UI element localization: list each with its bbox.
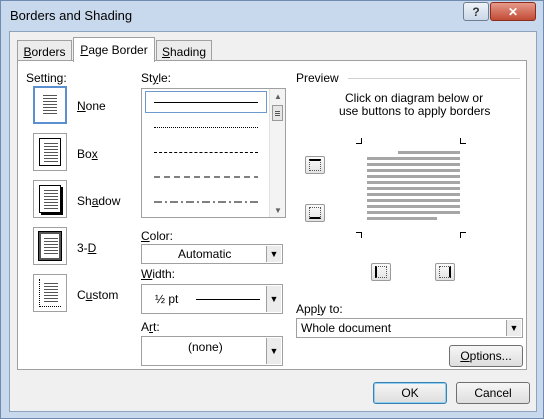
left-border-icon xyxy=(375,266,387,278)
right-border-icon xyxy=(439,266,451,278)
style-option-dashed-small[interactable] xyxy=(145,141,267,163)
width-dropdown[interactable]: ½ pt ▼ xyxy=(141,284,283,314)
art-value: (none) xyxy=(188,340,223,354)
tab-page-border[interactable]: Page Border xyxy=(73,37,155,62)
chevron-down-icon[interactable]: ▼ xyxy=(266,338,281,364)
dashed-large-line-swatch xyxy=(154,176,258,178)
cancel-button[interactable]: Cancel xyxy=(456,382,530,404)
art-label: Art: xyxy=(141,320,160,334)
style-label: Style: xyxy=(141,71,172,85)
setting-shadow-option[interactable] xyxy=(33,180,67,218)
tab-shading[interactable]: Shading xyxy=(156,40,212,62)
page-shadow-icon xyxy=(39,185,61,213)
dialog-body: Borders Page Border Shading Setting: Non… xyxy=(9,31,537,412)
left-border-button[interactable] xyxy=(371,263,391,281)
style-option-dotted[interactable] xyxy=(145,116,267,138)
setting-3d-label: 3-D xyxy=(77,241,97,255)
chevron-down-icon[interactable]: ▼ xyxy=(266,286,281,312)
tab-borders-label: orders xyxy=(31,44,66,59)
style-option-dash-dot[interactable] xyxy=(145,191,267,213)
setting-box-option[interactable] xyxy=(33,133,67,171)
right-border-button[interactable] xyxy=(435,263,455,281)
tab-page-border-label: age Border xyxy=(88,43,148,57)
scroll-up-icon[interactable]: ▲ xyxy=(270,89,285,103)
dashed-line-swatch xyxy=(154,151,258,153)
setting-none-label: None xyxy=(77,99,106,113)
page-box-icon xyxy=(39,138,61,166)
dialog-window: Borders and Shading ? ✕ Borders Page Bor… xyxy=(0,0,544,419)
dialog-title: Borders and Shading xyxy=(10,8,133,23)
page-border-panel: Setting: None Box Shadow 3-D Custom Styl… xyxy=(17,60,527,370)
color-label: Color: xyxy=(141,229,174,243)
tab-shading-label: hading xyxy=(169,44,207,59)
corner-mark-icon xyxy=(356,232,362,238)
corner-mark-icon xyxy=(460,138,466,144)
setting-shadow-label: Shadow xyxy=(77,194,121,208)
options-button[interactable]: Options... xyxy=(449,345,523,367)
preview-instruction-2: use buttons to apply borders xyxy=(339,104,491,118)
style-option-solid[interactable] xyxy=(145,91,267,113)
art-dropdown[interactable]: (none) ▼ xyxy=(141,336,283,366)
chevron-down-icon[interactable]: ▼ xyxy=(506,320,521,336)
title-bar[interactable]: Borders and Shading ? ✕ xyxy=(1,1,544,31)
preview-label: Preview xyxy=(296,71,339,85)
corner-mark-icon xyxy=(460,232,466,238)
tab-borders[interactable]: Borders xyxy=(17,40,72,62)
color-dropdown[interactable]: Automatic ▼ xyxy=(141,244,283,264)
setting-box-label: Box xyxy=(77,147,98,161)
top-border-button[interactable] xyxy=(305,156,325,174)
chevron-down-icon[interactable]: ▼ xyxy=(266,246,281,262)
page-none-icon xyxy=(39,91,61,119)
bottom-border-button[interactable] xyxy=(305,204,325,222)
top-border-icon xyxy=(309,159,321,171)
apply-to-label: Apply to: xyxy=(296,302,343,316)
setting-custom-label: Custom xyxy=(77,288,119,302)
solid-line-swatch xyxy=(154,101,258,103)
preview-divider xyxy=(348,78,520,79)
close-button[interactable]: ✕ xyxy=(490,2,536,21)
width-line-swatch xyxy=(196,299,260,300)
setting-none-option[interactable] xyxy=(33,86,67,124)
apply-to-dropdown[interactable]: Whole document ▼ xyxy=(296,318,523,338)
style-listbox[interactable]: ▲ ▼ xyxy=(141,88,286,218)
apply-to-value: Whole document xyxy=(301,321,392,335)
page-custom-icon xyxy=(39,279,61,307)
help-button[interactable]: ? xyxy=(463,2,489,21)
dash-dot-line-swatch xyxy=(154,201,258,203)
scroll-thumb[interactable] xyxy=(272,105,283,121)
ok-button[interactable]: OK xyxy=(373,382,447,404)
width-value: ½ pt xyxy=(155,292,179,306)
preview-instruction-1: Click on diagram below or xyxy=(345,91,484,105)
style-scrollbar[interactable]: ▲ ▼ xyxy=(269,89,285,217)
style-option-dashed-large[interactable] xyxy=(145,166,267,188)
bottom-border-icon xyxy=(309,207,321,219)
setting-custom-option[interactable] xyxy=(33,274,67,312)
color-value: Automatic xyxy=(178,247,232,261)
scroll-down-icon[interactable]: ▼ xyxy=(270,203,285,217)
page-3d-icon xyxy=(38,231,62,261)
preview-text-lines xyxy=(367,151,460,223)
tab-borders-mnemonic: B xyxy=(23,44,32,59)
tab-shading-mnemonic: S xyxy=(161,44,170,59)
dotted-line-swatch xyxy=(154,126,258,128)
tab-page-border-mnemonic: P xyxy=(80,43,89,57)
corner-mark-icon xyxy=(356,138,362,144)
setting-label: Setting: xyxy=(26,71,67,85)
width-label: Width: xyxy=(141,267,176,281)
setting-3d-option[interactable] xyxy=(33,227,67,265)
